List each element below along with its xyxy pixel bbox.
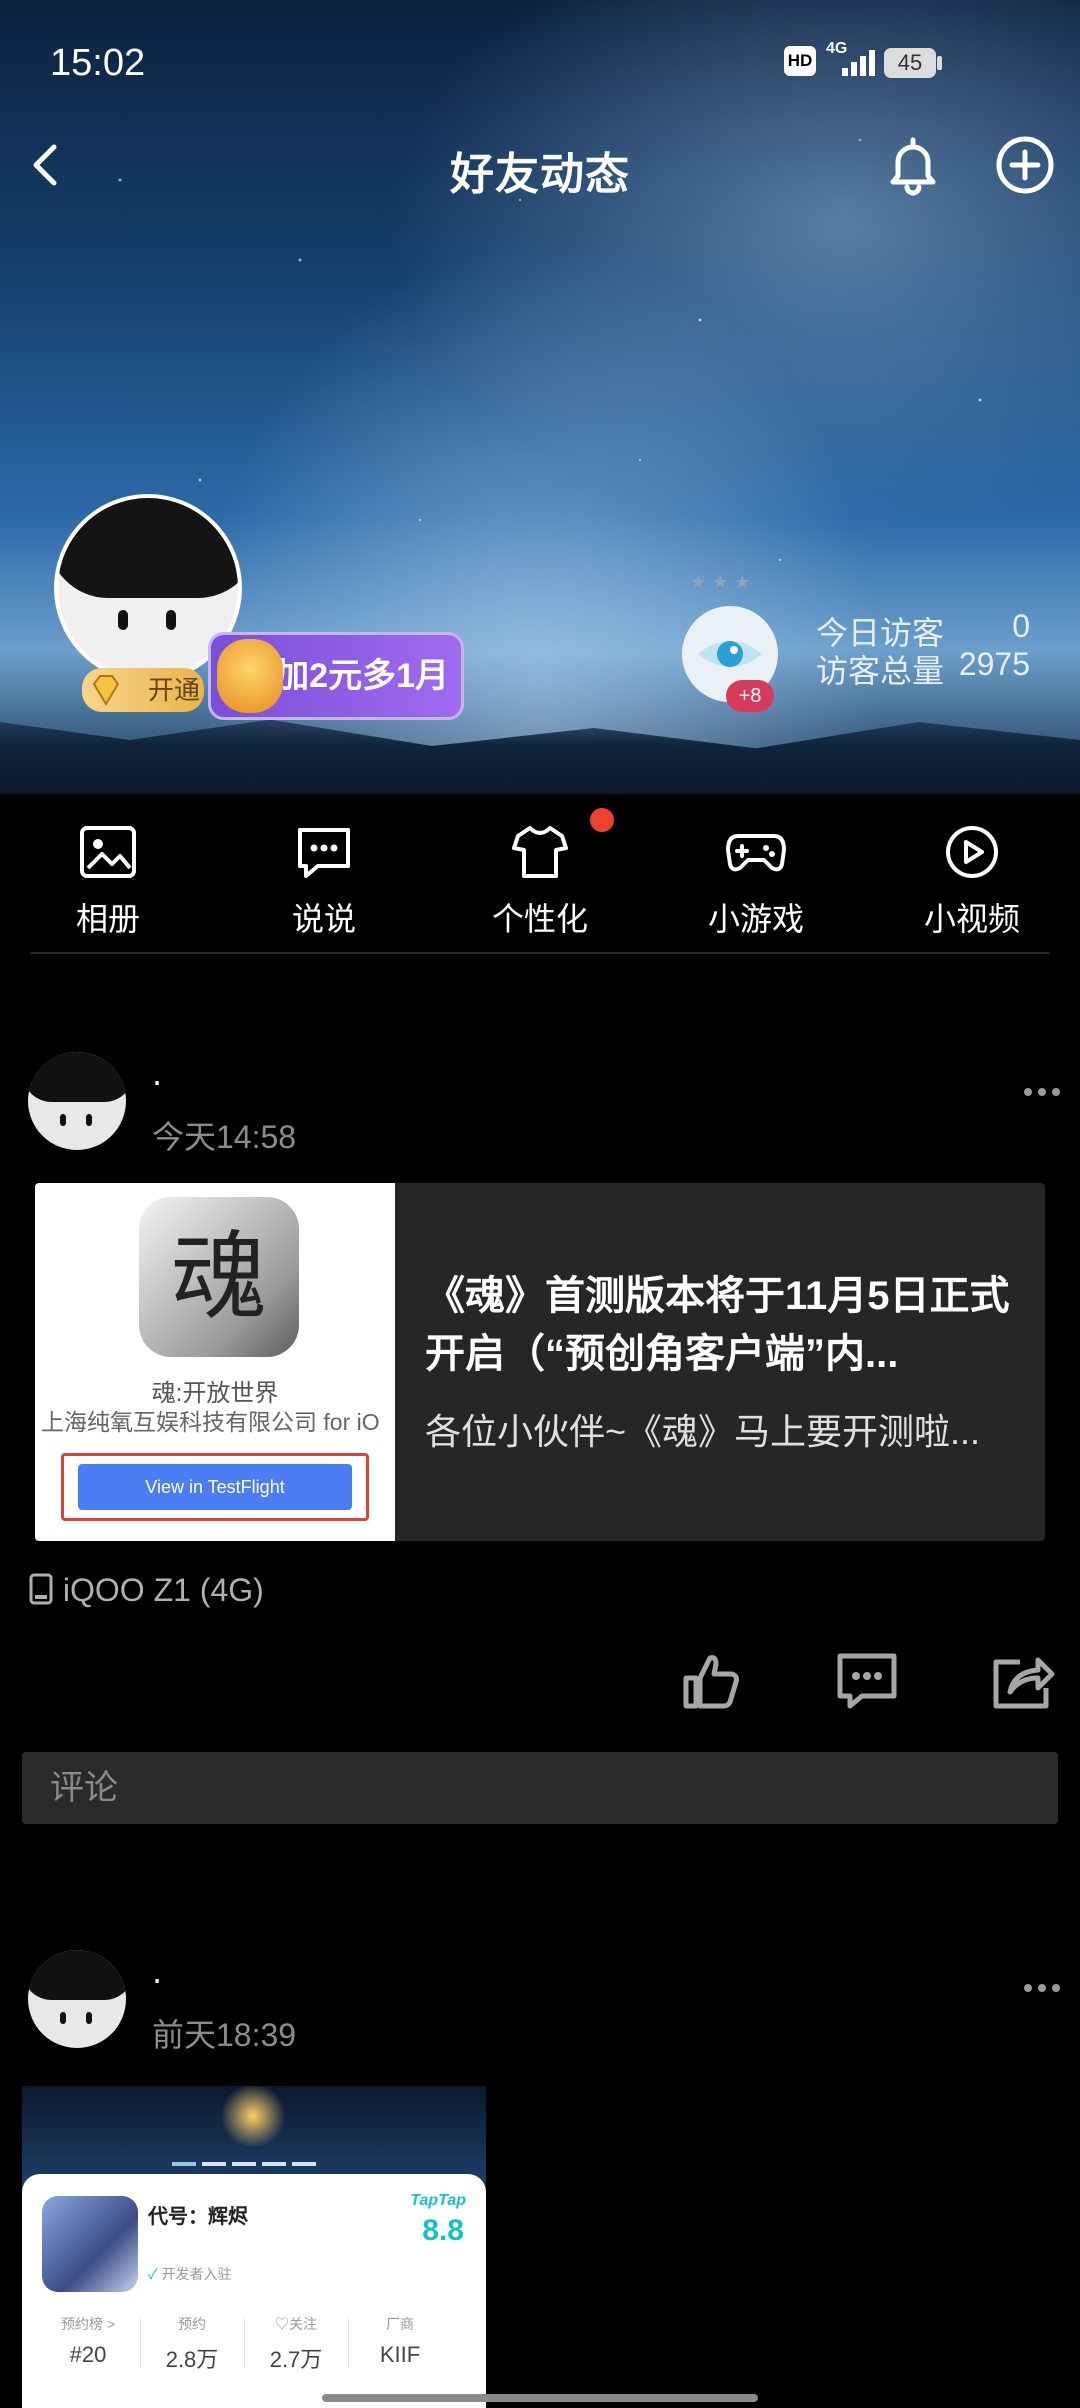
shared-link-card[interactable]: 魂 魂:开放世界 上海纯氧互娱科技有限公司 for iO View in Tes… (35, 1183, 1045, 1541)
share-icon (993, 1657, 1055, 1709)
tool-album[interactable]: 相册 (0, 824, 216, 940)
stat-developer: 厂商 KIIF (379, 2316, 421, 2367)
stars-icon: ★★★ (690, 572, 757, 593)
phone-icon (29, 1573, 53, 1605)
promo-label: 加2元多1月 (275, 657, 449, 695)
notification-button[interactable] (880, 132, 946, 198)
post-time: 前天18:39 (152, 2017, 297, 2053)
vip-open-label: 开通 (147, 675, 200, 705)
tool-minigames[interactable]: 小游戏 (648, 824, 864, 940)
hd-icon: HD (784, 46, 816, 76)
card-thumbnail: 魂 魂:开放世界 上海纯氧互娱科技有限公司 for iO View in Tes… (35, 1183, 395, 1541)
app-icon: 魂 (139, 1197, 299, 1357)
post-author[interactable]: · (152, 1962, 162, 2000)
battery-level: 45 (897, 50, 923, 75)
promo-banner[interactable]: 加2元多1月 (208, 632, 464, 720)
tool-moments-label: 说说 (291, 901, 356, 937)
carousel-dots (172, 2162, 342, 2168)
stat-rank: 预约榜 > #20 (60, 2316, 116, 2367)
tool-shortvideo[interactable]: 小视频 (864, 824, 1080, 940)
device-info: iQOO Z1 (4G) (28, 1570, 264, 1610)
comment-icon (837, 1653, 897, 1709)
verified-label: ✓ 开发者入驻 (148, 2266, 232, 2282)
home-indicator[interactable] (322, 2394, 758, 2402)
add-button[interactable] (994, 134, 1056, 196)
thumb-button-frame: View in TestFlight (61, 1453, 369, 1521)
more-dots-icon (1024, 1984, 1060, 1992)
more-options-button[interactable] (1022, 1062, 1062, 1102)
tshirt-icon (512, 826, 568, 878)
check-circle-icon: ✓ (148, 2266, 158, 2282)
game-icon (42, 2196, 138, 2292)
total-visitors: 访客总量 2975 (816, 646, 1030, 689)
tool-moments[interactable]: 说说 (216, 824, 432, 940)
card-subtitle: 各位小伙伴~《魂》马上要开测啦... (425, 1411, 981, 1452)
post-time: 今天14:58 (152, 1119, 297, 1155)
visitor-badge: +8 (726, 680, 774, 712)
thumbs-up-icon (683, 1655, 739, 1709)
signal-icon: 4G (826, 40, 878, 80)
bell-icon (890, 137, 936, 196)
game-promo-image[interactable]: 代号：辉烬 ✓ 开发者入驻 TapTap 8.8 预约榜 > #20 预约 2.… (22, 2086, 486, 2408)
stat-reservations: 预约 2.8万 (165, 2316, 219, 2372)
tool-personalize[interactable]: 个性化 (432, 824, 648, 940)
status-time: 15:02 (50, 42, 146, 84)
thumb-company: 上海纯氧互娱科技有限公司 for iO (41, 1409, 380, 1435)
fire-glow (218, 2086, 288, 2146)
game-stats: 预约榜 > #20 预约 2.8万 ♡关注 2.7万 厂商 KIIF (22, 2314, 486, 2394)
diamond-icon (88, 672, 124, 708)
chat-bubble-icon (298, 828, 350, 878)
back-button[interactable] (18, 135, 78, 195)
tool-personalize-label: 个性化 (491, 901, 588, 937)
battery-icon: 45 (884, 48, 936, 78)
game-name: 代号：辉烬 (148, 2206, 248, 2228)
play-circle-icon (946, 826, 998, 878)
more-dots-icon (1024, 1088, 1060, 1096)
plus-circle-icon (996, 136, 1054, 194)
post-avatar[interactable] (28, 1052, 126, 1150)
battery-tip (937, 56, 942, 70)
tool-row: 相册 说说 个性化 小游戏 小视频 (0, 794, 1080, 954)
taptap-card: 代号：辉烬 ✓ 开发者入驻 TapTap 8.8 预约榜 > #20 预约 2.… (22, 2174, 486, 2408)
tool-minigames-label: 小游戏 (707, 901, 804, 937)
stat-follows: ♡关注 2.7万 (269, 2316, 323, 2372)
photo-icon (80, 826, 136, 878)
post-author[interactable]: · (152, 1064, 162, 1102)
more-options-button[interactable] (1022, 1958, 1062, 1998)
game-score: 8.8 (422, 2214, 464, 2247)
mascot-icon (217, 639, 283, 713)
tool-album-label: 相册 (75, 901, 140, 937)
notification-dot (590, 808, 614, 832)
post-avatar[interactable] (28, 1950, 126, 2048)
like-button[interactable] (678, 1648, 744, 1714)
today-visitors: 今日访客 0 (816, 608, 1030, 651)
card-title: 《魂》首测版本将于11月5日正式开启（“预创角客户端”内... (425, 1274, 1010, 1376)
chevron-left-icon (33, 144, 57, 186)
comment-button[interactable] (834, 1648, 900, 1714)
taptap-logo: TapTap (410, 2192, 466, 2209)
share-button[interactable] (990, 1648, 1056, 1714)
page-title: 好友动态 (450, 150, 630, 199)
gamepad-icon (726, 834, 786, 872)
divider (30, 952, 1050, 954)
eye-icon (698, 641, 762, 667)
testflight-button: View in TestFlight (78, 1464, 352, 1510)
tool-shortvideo-label: 小视频 (923, 901, 1020, 937)
vip-open-button[interactable]: 开通 (82, 668, 204, 712)
comment-input[interactable]: 评论 (22, 1752, 1058, 1824)
